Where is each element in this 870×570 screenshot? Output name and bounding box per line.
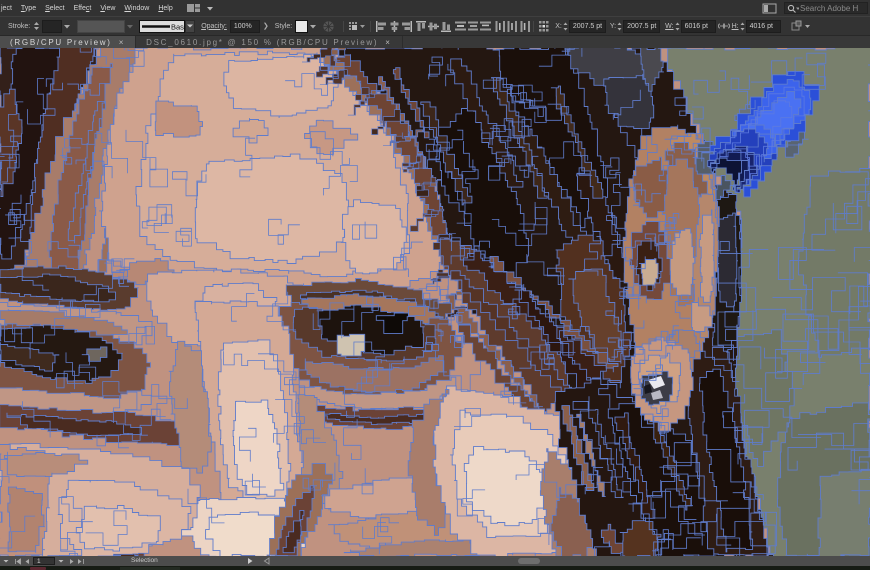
svg-text:Basic: Basic xyxy=(171,22,184,31)
